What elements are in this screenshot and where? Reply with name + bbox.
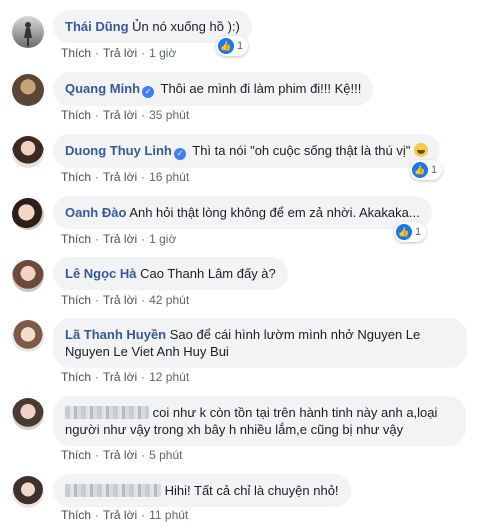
comment-author[interactable]: Oanh Đào [65, 205, 126, 220]
comment-time[interactable]: 16 phút [149, 170, 189, 184]
comment-text: Thôi ae mình đi làm phim đi!!! Kệ!!! [160, 81, 362, 96]
reply-link[interactable]: Trả lời [103, 232, 137, 246]
avatar[interactable] [12, 260, 44, 292]
comment-actions: Thích · Trả lời · 12 phút [61, 370, 190, 384]
blurred-author-name[interactable] [65, 406, 149, 419]
avatar[interactable] [12, 320, 44, 352]
reply-link[interactable]: Trả lời [103, 448, 137, 462]
comment-bubble: Lê Ngọc Hà Cao Thanh Lâm đấy à? [53, 257, 288, 290]
comment-text: Cao Thanh Lâm đấy à? [140, 266, 276, 281]
blurred-author-name[interactable] [65, 484, 161, 497]
like-link[interactable]: Thích [61, 448, 91, 462]
like-link[interactable]: Thích [61, 170, 91, 184]
comment-bubble: Hihi! Tất cả chỉ là chuyện nhỏ! [53, 474, 351, 507]
person-silhouette-icon [24, 22, 32, 46]
comment-text: Anh hỏi thật lòng không để em zả nhời. A… [129, 205, 420, 220]
reply-link[interactable]: Trả lời [103, 170, 137, 184]
comment-bubble: coi như k còn tồn tại trên hành tinh này… [53, 396, 466, 446]
comment-text: Thì ta nói "oh cuộc sống thật là thú vị" [192, 143, 411, 158]
comment-author[interactable]: Duong Thuy Linh [65, 143, 172, 158]
avatar[interactable] [12, 198, 44, 230]
comment-author[interactable]: Quang Minh [65, 81, 140, 96]
comment-bubble: Duong Thuy Linh ✓ Thì ta nói "oh cuộc sốn… [53, 134, 440, 168]
avatar[interactable] [12, 16, 44, 48]
avatar[interactable] [12, 136, 44, 168]
like-link[interactable]: Thích [61, 370, 91, 384]
reaction-count[interactable]: 👍 1 [216, 36, 249, 56]
reaction-count[interactable]: 👍 1 [394, 222, 427, 242]
laughing-emoji-icon [413, 143, 428, 157]
verified-badge-icon: ✓ [173, 148, 186, 160]
like-link[interactable]: Thích [61, 508, 91, 522]
comment-time[interactable]: 42 phút [149, 293, 189, 307]
reply-link[interactable]: Trả lời [103, 370, 137, 384]
comment-actions: Thích · Trả lời · 11 phút [61, 508, 189, 522]
comment-time[interactable]: 1 giờ [149, 46, 176, 60]
comment-actions: Thích · Trả lời · 1 giờ [61, 46, 177, 60]
comment-bubble: Lã Thanh Huyền Sao để cái hình lườm mình… [53, 318, 467, 368]
comment-text: Hihi! Tất cả chỉ là chuyện nhỏ! [164, 483, 339, 498]
comment-actions: Thích · Trả lời · 35 phút [61, 108, 190, 122]
reply-link[interactable]: Trả lời [103, 508, 137, 522]
reply-link[interactable]: Trả lời [103, 108, 137, 122]
reply-link[interactable]: Trả lời [103, 46, 137, 60]
comment-time[interactable]: 12 phút [149, 370, 189, 384]
like-link[interactable]: Thích [61, 232, 91, 246]
comment-author[interactable]: Lã Thanh Huyền [65, 327, 166, 342]
comment-bubble: Quang Minh ✓ Thôi ae mình đi làm phim đi!… [53, 72, 374, 106]
avatar[interactable] [12, 476, 44, 508]
like-reaction-icon: 👍 [412, 162, 428, 178]
comment-text-line1: coi như k còn tồn tại trên hành tinh này… [152, 405, 438, 420]
comment-time[interactable]: 11 phút [149, 508, 188, 522]
comment-author[interactable]: Thái Dũng [65, 19, 129, 34]
comment-author[interactable]: Lê Ngọc Hà [65, 266, 137, 281]
comment-actions: Thích · Trả lời · 1 giờ [61, 232, 177, 246]
like-link[interactable]: Thích [61, 108, 91, 122]
reply-link[interactable]: Trả lời [103, 293, 137, 307]
comment-actions: Thích · Trả lời · 42 phút [61, 293, 190, 307]
comment-bubble: Oanh Đào Anh hỏi thật lòng không để em z… [53, 196, 432, 229]
comment-actions: Thích · Trả lời · 16 phút [61, 170, 190, 184]
comment-actions: Thích · Trả lời · 5 phút [61, 448, 183, 462]
like-link[interactable]: Thích [61, 46, 91, 60]
like-link[interactable]: Thích [61, 293, 91, 307]
comment-time[interactable]: 5 phút [149, 448, 182, 462]
like-reaction-icon: 👍 [396, 224, 412, 240]
comment-time[interactable]: 35 phút [149, 108, 189, 122]
like-reaction-icon: 👍 [218, 38, 234, 54]
comment-text-line2: Nguyen Le Viet Anh Huy Bui [65, 344, 229, 359]
verified-badge-icon: ✓ [142, 86, 155, 98]
comment-time[interactable]: 1 giờ [149, 232, 176, 246]
comment-text: Ủn nó xuống hồ ):) [132, 19, 240, 34]
avatar[interactable] [12, 74, 44, 106]
reaction-count[interactable]: 👍 1 [410, 160, 443, 180]
comment-text-line2: người như vậy trong xh bây h nhiều lắm,e… [65, 422, 404, 437]
avatar[interactable] [12, 398, 44, 430]
comment-text-line1: Sao để cái hình lườm mình nhở Nguyen Le [169, 327, 421, 342]
